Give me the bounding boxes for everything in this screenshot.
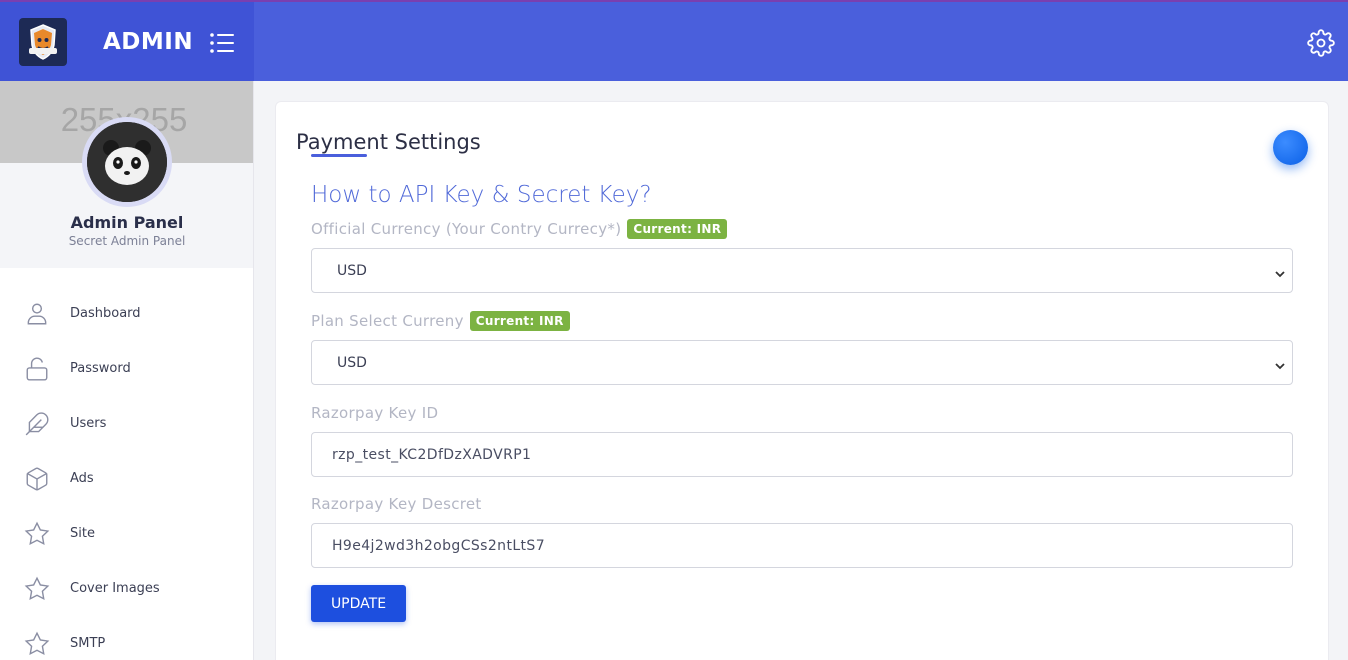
section-heading: How to API Key & Secret Key? [311,182,652,208]
official-currency-select[interactable]: USD [311,248,1293,293]
plan-currency-label-text: Plan Select Curreny [311,312,464,330]
sidebar-item-users[interactable]: Users [0,396,253,451]
plan-currency-label: Plan Select Curreny Current: INR [311,311,570,331]
sidebar-nav: Dashboard Password Users Ads Site Cover … [0,286,253,660]
profile-subtitle: Secret Admin Panel [68,234,186,248]
sidebar-item-label: SMTP [70,636,106,651]
plan-currency-select[interactable]: USD [311,340,1293,385]
star-icon [24,631,50,657]
panda-avatar-icon [87,122,167,202]
brand-area: ADMIN [0,2,254,83]
sidebar-item-smtp[interactable]: SMTP [0,616,253,660]
sidebar-item-label: Ads [70,471,94,486]
sidebar-item-cover-images[interactable]: Cover Images [0,561,253,616]
official-currency-label-text: Official Currency (Your Contry Currecy*) [311,220,622,238]
gear-icon[interactable] [1307,29,1335,57]
sidebar-item-label: Cover Images [70,581,160,596]
razorpay-key-id-input[interactable]: rzp_test_KC2DfDzXADVRP1 [311,432,1293,477]
chevron-down-icon [1274,265,1286,277]
title-underline [311,154,367,157]
update-button[interactable]: UPDATE [311,585,406,622]
sidebar-item-label: Site [70,526,95,541]
top-bar: ADMIN [0,0,1348,83]
sidebar-item-label: Dashboard [70,306,141,321]
sidebar-item-dashboard[interactable]: Dashboard [0,286,253,341]
sidebar: 255x255 Admin Panel Secret Admin Panel [0,81,254,660]
status-badge: Current: INR [469,311,570,331]
payment-settings-card: Payment Settings How to API Key & Secret… [275,101,1329,660]
profile-name: Admin Panel [70,213,184,232]
star-icon [24,521,50,547]
plan-currency-value: USD [337,354,367,371]
official-currency-label: Official Currency (Your Contry Currecy*)… [311,219,728,239]
razorpay-key-secret-label: Razorpay Key Descret [311,495,482,513]
box-icon [24,466,50,492]
chevron-down-icon [1274,357,1286,369]
page-title: Payment Settings [296,130,481,154]
user-icon [24,301,50,327]
floating-action-button[interactable] [1273,130,1308,165]
brand-title: ADMIN [103,29,194,55]
unlock-icon [24,356,50,382]
profile-section: 255x255 Admin Panel Secret Admin Panel [0,81,253,268]
list-menu-icon[interactable] [209,32,235,54]
official-currency-value: USD [337,262,367,279]
razorpay-key-id-label: Razorpay Key ID [311,404,439,422]
sidebar-item-label: Password [70,361,131,376]
sidebar-item-password[interactable]: Password [0,341,253,396]
shield-mascot-logo[interactable] [19,18,67,66]
razorpay-key-secret-input[interactable]: H9e4j2wd3h2obgCSs2ntLtS7 [311,523,1293,568]
avatar[interactable] [82,117,172,207]
razorpay-key-id-value: rzp_test_KC2DfDzXADVRP1 [332,446,532,463]
status-badge: Current: INR [627,219,728,239]
sidebar-item-ads[interactable]: Ads [0,451,253,506]
razorpay-key-secret-value: H9e4j2wd3h2obgCSs2ntLtS7 [332,537,546,554]
star-icon [24,576,50,602]
sidebar-item-site[interactable]: Site [0,506,253,561]
sidebar-item-label: Users [70,416,107,431]
feather-icon [24,411,50,437]
